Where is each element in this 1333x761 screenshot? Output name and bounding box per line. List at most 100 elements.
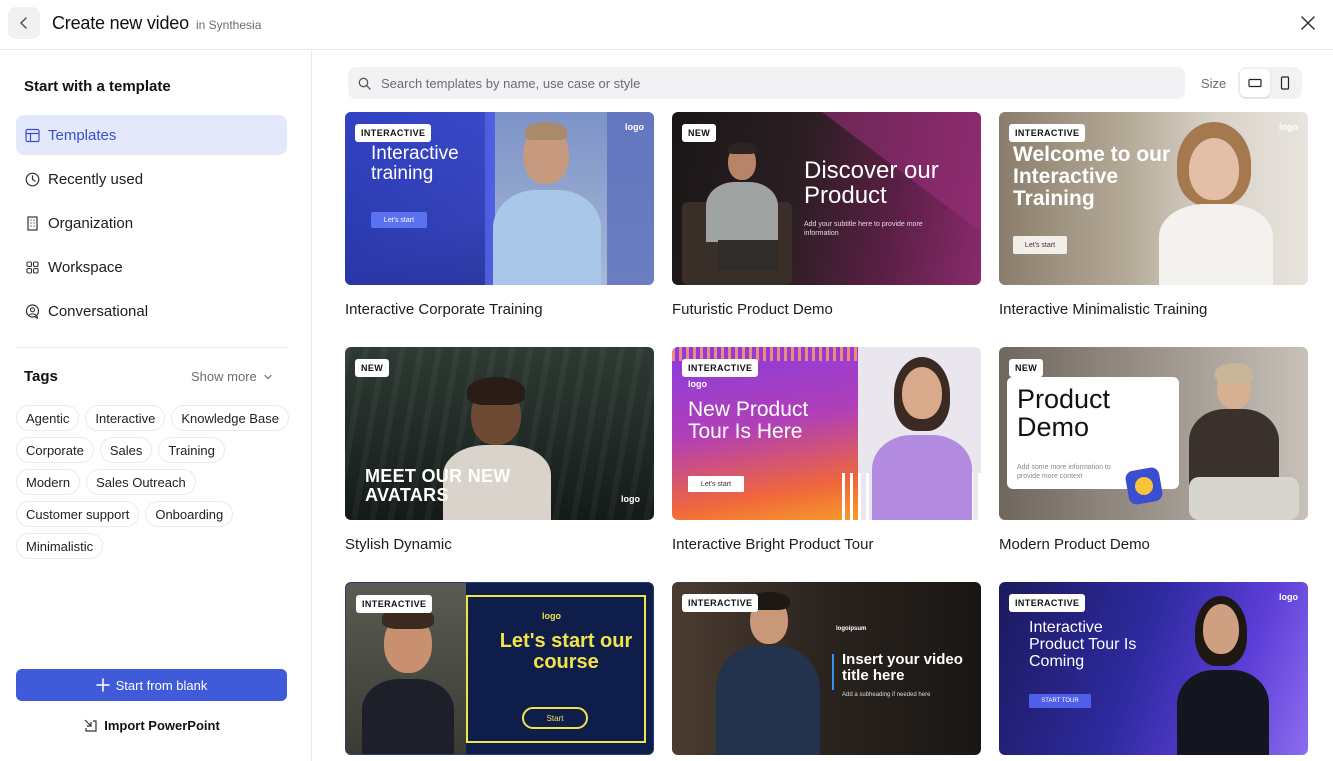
sidebar-nav: Templates Recently used Organization Wor…: [16, 115, 287, 335]
template-thumbnail[interactable]: NEW logo MEET OUR NEW AVATARS: [345, 347, 654, 520]
search-input[interactable]: [381, 75, 1161, 91]
tag-knowledge-base[interactable]: Knowledge Base: [171, 405, 289, 431]
sidebar-item-conversational[interactable]: Conversational: [16, 291, 287, 331]
tag-modern[interactable]: Modern: [16, 469, 81, 495]
template-headline: MEET OUR NEW AVATARS: [365, 466, 511, 505]
template-thumbnail[interactable]: INTERACTIVE logoipsum Insert your video …: [672, 582, 981, 755]
sidebar-item-workspace[interactable]: Workspace: [16, 247, 287, 287]
template-logo: logo: [625, 122, 644, 132]
template-badge: NEW: [355, 359, 390, 377]
template-logo: logo: [1279, 122, 1298, 132]
template-thumbnail[interactable]: INTERACTIVE logo New Product Tour Is Her…: [672, 347, 981, 520]
template-logo: logoipsum: [836, 626, 867, 632]
clock-icon: [24, 171, 40, 187]
header: Create new video in Synthesia: [0, 0, 1333, 50]
template-thumbnail[interactable]: NEW Product Demo Add some more informati…: [999, 347, 1308, 520]
size-portrait-button[interactable]: [1270, 69, 1300, 97]
import-icon: [84, 719, 97, 732]
tag-agentic[interactable]: Agentic: [16, 405, 80, 431]
template-thumbnail[interactable]: INTERACTIVE logo Interactive training Le…: [345, 112, 654, 285]
template-headline: New Product Tour Is Here: [688, 398, 809, 444]
chevron-left-icon: [19, 17, 27, 29]
landscape-icon: [1248, 78, 1262, 88]
template-card[interactable]: NEW logo MEET OUR NEW AVATARS Stylish Dy…: [345, 347, 654, 553]
size-label: Size: [1201, 76, 1227, 91]
template-cta: START TOUR: [1029, 694, 1091, 708]
template-card[interactable]: INTERACTIVE logo Interactive Product Tou…: [999, 582, 1308, 755]
page-title: Create new video: [52, 13, 189, 33]
template-card[interactable]: INTERACTIVE logo Welcome to our Interact…: [999, 112, 1308, 318]
template-card[interactable]: INTERACTIVE logoipsum Insert your video …: [672, 582, 981, 755]
template-thumbnail[interactable]: INTERACTIVE logo Let's start our course …: [345, 582, 654, 755]
template-thumbnail[interactable]: INTERACTIVE logo Interactive Product Tou…: [999, 582, 1308, 755]
template-cta: Let's start: [688, 476, 744, 492]
sidebar-item-label: Workspace: [48, 258, 123, 276]
import-powerpoint-label: Import PowerPoint: [104, 717, 220, 733]
sidebar-heading: Start with a template: [24, 78, 171, 95]
tag-sales[interactable]: Sales: [99, 437, 153, 463]
template-card[interactable]: NEW Discover our Product Add your subtit…: [672, 112, 981, 318]
template-name: Interactive Bright Product Tour: [672, 536, 874, 553]
template-cta: Let's start: [1013, 236, 1067, 254]
template-logo: logo: [688, 379, 707, 389]
size-landscape-button[interactable]: [1240, 69, 1270, 97]
template-badge: INTERACTIVE: [355, 124, 432, 142]
sidebar-item-templates[interactable]: Templates: [16, 115, 287, 155]
template-badge: INTERACTIVE: [356, 595, 433, 613]
show-more-button[interactable]: Show more: [191, 369, 273, 384]
page-subtitle: in Synthesia: [196, 18, 262, 32]
template-badge: INTERACTIVE: [682, 359, 759, 377]
sidebar-item-label: Recently used: [48, 170, 144, 188]
show-more-label: Show more: [191, 369, 257, 384]
tag-sales-outreach[interactable]: Sales Outreach: [86, 469, 196, 495]
template-cta: Let's start: [371, 212, 427, 228]
template-card[interactable]: NEW Product Demo Add some more informati…: [999, 347, 1308, 553]
sidebar-item-label: Conversational: [48, 302, 149, 320]
template-name: Modern Product Demo: [999, 536, 1150, 553]
template-card[interactable]: INTERACTIVE logo Interactive training Le…: [345, 112, 654, 318]
template-thumbnail[interactable]: NEW Discover our Product Add your subtit…: [672, 112, 981, 285]
template-thumbnail[interactable]: INTERACTIVE logo Welcome to our Interact…: [999, 112, 1308, 285]
template-logo: logo: [1279, 592, 1298, 602]
tag-corporate[interactable]: Corporate: [16, 437, 94, 463]
tag-onboarding[interactable]: Onboarding: [145, 501, 234, 527]
sidebar-item-recently-used[interactable]: Recently used: [16, 159, 287, 199]
template-name: Interactive Minimalistic Training: [999, 301, 1208, 318]
template-logo: logo: [621, 494, 640, 504]
template-name: Stylish Dynamic: [345, 536, 452, 553]
template-headline: Discover our Product: [804, 157, 939, 210]
sidebar-item-label: Templates: [48, 126, 117, 144]
template-badge: INTERACTIVE: [1009, 594, 1086, 612]
template-name: Futuristic Product Demo: [672, 301, 833, 318]
tag-customer-support[interactable]: Customer support: [16, 501, 140, 527]
template-card[interactable]: INTERACTIVE logo New Product Tour Is Her…: [672, 347, 981, 553]
conversation-icon: [24, 303, 40, 319]
start-from-blank-label: Start from blank: [115, 677, 208, 693]
tags-heading: Tags: [24, 368, 58, 385]
tag-list: Agentic Interactive Knowledge Base Corpo…: [16, 405, 291, 559]
template-cta: Start: [522, 707, 588, 729]
template-headline: Product Demo: [1017, 384, 1111, 443]
template-badge: INTERACTIVE: [1009, 124, 1086, 142]
tag-training[interactable]: Training: [158, 437, 225, 463]
template-badge: INTERACTIVE: [682, 594, 759, 612]
close-icon: [1301, 16, 1315, 30]
template-logo: logo: [542, 611, 561, 621]
close-button[interactable]: [1297, 12, 1319, 34]
sidebar-item-organization[interactable]: Organization: [16, 203, 287, 243]
portrait-icon: [1280, 76, 1290, 90]
start-from-blank-button[interactable]: Start from blank: [16, 669, 287, 701]
template-subtitle: Add your subtitle here to provide more i…: [804, 221, 923, 238]
size-toggle: [1238, 67, 1302, 99]
emoji-icon: [1124, 466, 1164, 506]
template-headline: Interactive Product Tour Is Coming: [1029, 619, 1137, 670]
import-powerpoint-button[interactable]: Import PowerPoint: [16, 711, 287, 739]
back-button[interactable]: [8, 7, 40, 39]
tag-minimalistic[interactable]: Minimalistic: [16, 533, 104, 559]
template-headline: Insert your video title here: [842, 651, 963, 684]
template-subtitle: Add some more information to provide mor…: [1017, 464, 1111, 481]
template-card[interactable]: INTERACTIVE logo Let's start our course …: [345, 582, 654, 755]
sidebar: Start with a template Templates Recently…: [0, 51, 312, 761]
template-headline: Interactive training: [371, 143, 459, 184]
tag-interactive[interactable]: Interactive: [85, 405, 166, 431]
